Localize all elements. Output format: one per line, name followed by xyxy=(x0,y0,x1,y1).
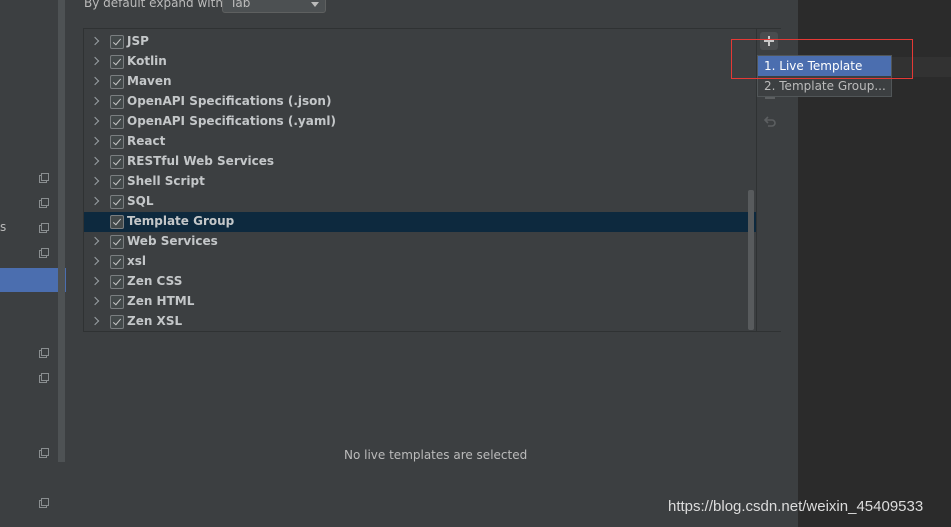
group-checkbox[interactable] xyxy=(110,255,124,269)
group-checkbox[interactable] xyxy=(110,235,124,249)
project-scope-icon xyxy=(39,448,49,458)
template-group-row[interactable]: RESTful Web Services xyxy=(84,152,756,172)
chevron-right-icon[interactable] xyxy=(90,76,100,86)
chevron-down-icon xyxy=(311,2,319,7)
project-scope-icon xyxy=(39,498,49,508)
live-templates-tree: JSP Kotlin Maven OpenAPI Specifications … xyxy=(83,28,781,332)
watermark: https://blog.csdn.net/weixin_45409533 xyxy=(668,498,924,515)
template-group-row[interactable]: React xyxy=(84,132,756,152)
chevron-right-icon[interactable] xyxy=(90,236,100,246)
group-checkbox[interactable] xyxy=(110,295,124,309)
expand-with-select[interactable]: Tab xyxy=(222,0,326,13)
group-checkbox[interactable] xyxy=(110,175,124,189)
template-group-row-selected[interactable]: Template Group xyxy=(84,212,756,232)
template-group-row[interactable]: xsl xyxy=(84,252,756,272)
expand-with-value: Tab xyxy=(230,0,251,10)
sidebar-item-label[interactable]: s xyxy=(0,220,6,234)
template-group-row[interactable]: JSP xyxy=(84,32,756,52)
group-label: React xyxy=(127,134,166,148)
sidebar-selected-item[interactable] xyxy=(0,268,66,292)
group-checkbox[interactable] xyxy=(110,35,124,49)
group-label: OpenAPI Specifications (.json) xyxy=(127,94,332,108)
group-checkbox[interactable] xyxy=(110,55,124,69)
expand-with-label: By default expand with xyxy=(84,0,223,10)
group-label: Kotlin xyxy=(127,54,167,68)
chevron-right-icon[interactable] xyxy=(90,36,100,46)
group-label: Zen CSS xyxy=(127,274,183,288)
empty-state-message: No live templates are selected xyxy=(344,448,528,462)
group-label: JSP xyxy=(127,34,149,48)
template-group-row[interactable]: SQL xyxy=(84,192,756,212)
project-scope-icon xyxy=(39,223,49,233)
group-checkbox[interactable] xyxy=(110,195,124,209)
group-checkbox[interactable] xyxy=(110,75,124,89)
group-label: Web Services xyxy=(127,234,218,248)
group-label: Maven xyxy=(127,74,172,88)
chevron-right-icon[interactable] xyxy=(90,196,100,206)
group-checkbox[interactable] xyxy=(110,155,124,169)
project-scope-icon xyxy=(39,373,49,383)
group-checkbox[interactable] xyxy=(110,215,124,229)
annotation-highlight-box xyxy=(731,39,913,79)
project-scope-icon xyxy=(39,198,49,208)
group-checkbox[interactable] xyxy=(110,135,124,149)
template-group-row[interactable]: OpenAPI Specifications (.yaml) xyxy=(84,112,756,132)
project-scope-icon xyxy=(39,173,49,183)
chevron-right-icon[interactable] xyxy=(90,176,100,186)
group-checkbox[interactable] xyxy=(110,95,124,109)
tree-scrollbar[interactable] xyxy=(748,190,754,330)
group-checkbox[interactable] xyxy=(110,315,124,329)
group-label: Template Group xyxy=(127,214,235,228)
template-group-row[interactable]: Maven xyxy=(84,72,756,92)
group-label: OpenAPI Specifications (.yaml) xyxy=(127,114,336,128)
group-label: xsl xyxy=(127,254,146,268)
chevron-right-icon[interactable] xyxy=(90,96,100,106)
group-label: Zen XSL xyxy=(127,314,183,328)
template-group-row[interactable]: Zen XSL xyxy=(84,312,756,332)
template-group-row[interactable]: Zen HTML xyxy=(84,292,756,312)
group-label: Zen HTML xyxy=(127,294,195,308)
sidebar-scrollbar[interactable] xyxy=(58,0,65,462)
project-scope-icon xyxy=(39,348,49,358)
chevron-right-icon[interactable] xyxy=(90,116,100,126)
group-label: SQL xyxy=(127,194,154,208)
menu-item-label: 2. Template Group... xyxy=(764,79,886,93)
chevron-right-icon[interactable] xyxy=(90,56,100,66)
group-label: RESTful Web Services xyxy=(127,154,275,168)
chevron-right-icon[interactable] xyxy=(90,296,100,306)
chevron-right-icon[interactable] xyxy=(90,156,100,166)
undo-icon[interactable] xyxy=(763,113,777,132)
group-checkbox[interactable] xyxy=(110,275,124,289)
template-group-row[interactable]: Kotlin xyxy=(84,52,756,72)
settings-sidebar: s xyxy=(0,0,66,527)
chevron-right-icon[interactable] xyxy=(90,256,100,266)
template-group-row[interactable]: Web Services xyxy=(84,232,756,252)
minus-icon[interactable] xyxy=(765,97,775,99)
template-group-row[interactable]: OpenAPI Specifications (.json) xyxy=(84,92,756,112)
chevron-right-icon[interactable] xyxy=(90,136,100,146)
project-scope-icon xyxy=(39,248,49,258)
template-group-row[interactable]: Zen CSS xyxy=(84,272,756,292)
template-group-row[interactable]: Shell Script xyxy=(84,172,756,192)
menu-item-template-group[interactable]: 2. Template Group... xyxy=(758,76,891,96)
group-checkbox[interactable] xyxy=(110,115,124,129)
chevron-right-icon[interactable] xyxy=(90,316,100,326)
group-label: Shell Script xyxy=(127,174,205,188)
chevron-right-icon[interactable] xyxy=(90,276,100,286)
